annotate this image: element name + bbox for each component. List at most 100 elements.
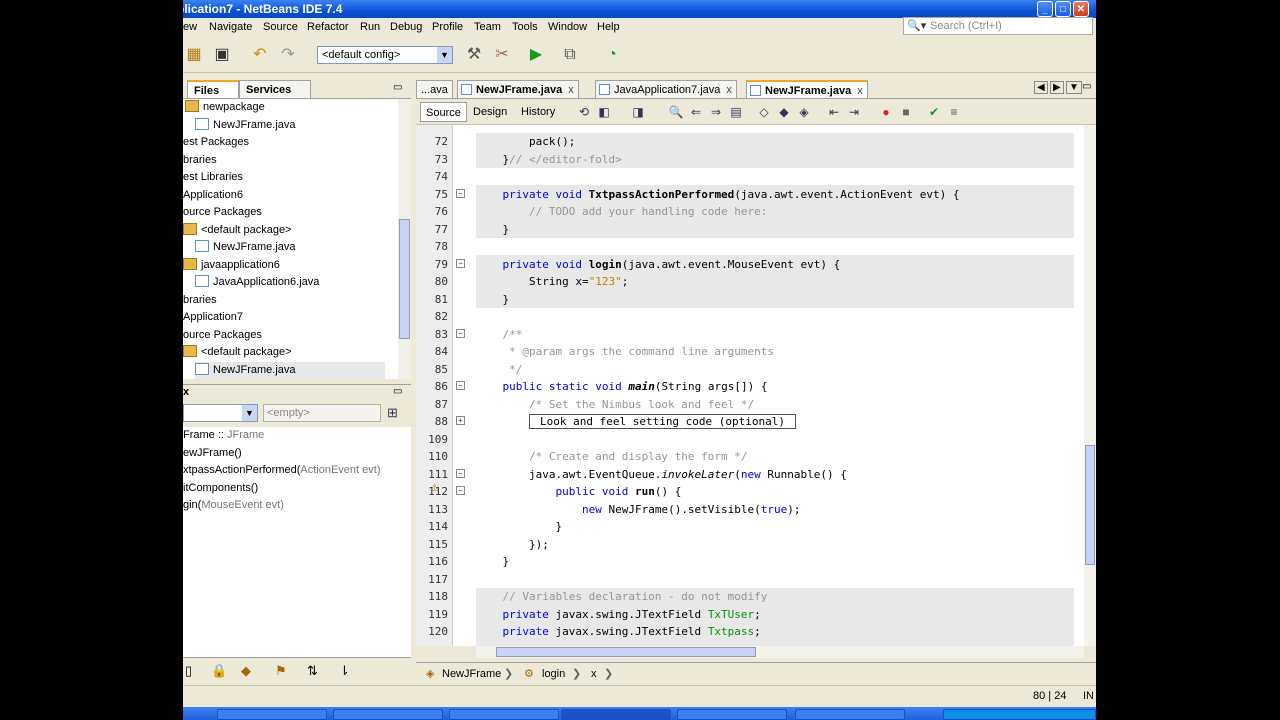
- stop-macro-icon[interactable]: ■: [898, 104, 914, 120]
- fold-collapse-icon[interactable]: −: [456, 259, 465, 268]
- tree-node[interactable]: braries: [183, 292, 217, 309]
- tree-node[interactable]: est Libraries: [183, 169, 243, 186]
- navigator-item[interactable]: itComponents(): [183, 480, 258, 497]
- tree-scrollbar[interactable]: [398, 99, 411, 379]
- redo-icon[interactable]: ↷: [277, 44, 299, 66]
- menu-help[interactable]: Help: [597, 21, 620, 33]
- fold-collapse-icon[interactable]: −: [456, 469, 465, 478]
- sort-alpha-icon[interactable]: ⇂: [339, 663, 350, 679]
- tab-javaapplication7[interactable]: JavaApplication7.java x: [595, 80, 737, 98]
- menu-team[interactable]: Team: [474, 21, 501, 33]
- fold-collapse-icon[interactable]: −: [456, 486, 465, 495]
- profile-icon[interactable]: ◔: [601, 44, 623, 66]
- tree-node[interactable]: <default package>: [183, 222, 292, 239]
- scroll-thumb[interactable]: [496, 647, 756, 657]
- tree-node[interactable]: Application6: [183, 187, 243, 204]
- scroll-tabs-right-icon[interactable]: ▶: [1050, 81, 1064, 94]
- open-project-icon[interactable]: ▦: [183, 44, 205, 66]
- tree-node[interactable]: JavaApplication6.java: [195, 274, 319, 291]
- maximize-button[interactable]: □: [1055, 1, 1071, 17]
- save-all-icon[interactable]: ▣: [211, 44, 233, 66]
- navigator-item[interactable]: ewJFrame(): [183, 445, 242, 462]
- navigator-item[interactable]: Frame :: JFrame: [183, 427, 264, 444]
- tab-files[interactable]: Files: [187, 80, 239, 98]
- navigator-item[interactable]: xtpassActionPerformed(ActionEvent evt): [183, 462, 380, 479]
- menu-view[interactable]: ew: [183, 21, 197, 33]
- lock-icon[interactable]: 🔒: [211, 663, 227, 679]
- taskbar-item[interactable]: [795, 709, 905, 720]
- find-next-icon[interactable]: ⇒: [708, 104, 724, 120]
- scroll-thumb[interactable]: [1085, 445, 1095, 565]
- forward-icon[interactable]: ◨: [630, 104, 646, 120]
- navigator-filter-select[interactable]: <empty>: [263, 404, 381, 422]
- shift-left-icon[interactable]: ⇤: [826, 104, 842, 120]
- taskbar-item[interactable]: [677, 709, 787, 720]
- close-icon[interactable]: x: [857, 85, 863, 97]
- tree-node[interactable]: Application7: [183, 309, 243, 326]
- tab-newjframe-active[interactable]: NewJFrame.java x: [746, 80, 868, 98]
- close-button[interactable]: ✕: [1073, 1, 1089, 17]
- filter-icon[interactable]: ▯: [185, 663, 192, 679]
- tree-node[interactable]: NewJFrame.java: [195, 117, 296, 134]
- close-icon[interactable]: x: [726, 84, 732, 96]
- toggle-highlight-icon[interactable]: ▤: [728, 104, 744, 120]
- search-input[interactable]: Search (Ctrl+I): [903, 17, 1093, 35]
- tree-node[interactable]: NewJFrame.java: [195, 239, 296, 256]
- back-icon[interactable]: ◧: [596, 104, 612, 120]
- breadcrumb-variable[interactable]: x: [591, 663, 597, 685]
- tab-source[interactable]: Source: [420, 102, 467, 122]
- fold-collapse-icon[interactable]: −: [456, 189, 465, 198]
- last-edit-icon[interactable]: ⟲: [576, 104, 592, 120]
- minimize-panel-icon[interactable]: ▭: [393, 386, 402, 397]
- navigator-item[interactable]: gin(MouseEvent evt): [183, 497, 284, 514]
- debug-icon[interactable]: ⧉: [559, 44, 581, 66]
- scroll-tabs-left-icon[interactable]: ◀: [1034, 81, 1048, 94]
- code-editor[interactable]: 72 73 74 75 76 77 78 79 80 81 82 83 84 85 86 87 88 109 110…: [416, 125, 1084, 646]
- breadcrumb-method[interactable]: login: [542, 663, 565, 685]
- build-icon[interactable]: ⚒: [463, 44, 485, 66]
- shift-right-icon[interactable]: ⇥: [846, 104, 862, 120]
- run-icon[interactable]: ▶: [525, 44, 547, 66]
- menu-debug[interactable]: Debug: [390, 21, 422, 33]
- breadcrumb-class[interactable]: NewJFrame: [442, 663, 501, 685]
- tree-node[interactable]: ource Packages: [183, 327, 262, 344]
- member-view-select[interactable]: ▼: [183, 404, 258, 422]
- fold-expand-icon[interactable]: +: [456, 416, 465, 425]
- tree-node[interactable]: ource Packages: [183, 204, 262, 221]
- scroll-thumb[interactable]: [399, 219, 410, 339]
- menu-navigate[interactable]: Navigate: [209, 21, 252, 33]
- editor-vertical-scrollbar[interactable]: [1084, 125, 1096, 646]
- tree-node[interactable]: <default package>: [183, 344, 292, 361]
- fold-collapse-icon[interactable]: −: [456, 329, 465, 338]
- menu-refactor[interactable]: Refactor: [307, 21, 349, 33]
- tab-history[interactable]: History: [516, 102, 560, 122]
- tab-services[interactable]: Services: [239, 80, 311, 98]
- diamond-icon[interactable]: ◆: [241, 663, 251, 679]
- tree-node[interactable]: est Packages: [183, 134, 249, 151]
- show-opened-documents-icon[interactable]: ▼: [1066, 81, 1082, 94]
- next-bookmark-icon[interactable]: ◆: [776, 104, 792, 120]
- editor-horizontal-scrollbar[interactable]: [476, 646, 1084, 658]
- close-icon[interactable]: x: [183, 386, 189, 398]
- check-icon[interactable]: ✔: [926, 104, 942, 120]
- find-previous-icon[interactable]: ⇐: [688, 104, 704, 120]
- toggle-bookmark-icon[interactable]: ◈: [796, 104, 812, 120]
- lines-icon[interactable]: ≡: [946, 104, 962, 120]
- tree-node[interactable]: javaapplication6: [183, 257, 280, 274]
- close-icon[interactable]: x: [568, 84, 574, 96]
- taskbar-item[interactable]: [449, 709, 559, 720]
- menu-source[interactable]: Source: [263, 21, 298, 33]
- inherited-icon[interactable]: ⚑: [275, 663, 287, 679]
- maximize-editor-icon[interactable]: ▭: [1082, 81, 1091, 92]
- taskbar-item-active[interactable]: [561, 709, 671, 720]
- taskbar-item[interactable]: [333, 709, 443, 720]
- undo-icon[interactable]: ↶: [249, 44, 271, 66]
- tab-design[interactable]: Design: [468, 102, 512, 122]
- minimize-panel-icon[interactable]: ▭: [393, 82, 402, 93]
- start-macro-icon[interactable]: ●: [878, 104, 894, 120]
- clean-build-icon[interactable]: ✂: [491, 44, 513, 66]
- previous-bookmark-icon[interactable]: ◇: [756, 104, 772, 120]
- override-hint-icon[interactable]: ⚠: [430, 483, 439, 494]
- taskbar-item[interactable]: [217, 709, 327, 720]
- menu-profile[interactable]: Profile: [432, 21, 463, 33]
